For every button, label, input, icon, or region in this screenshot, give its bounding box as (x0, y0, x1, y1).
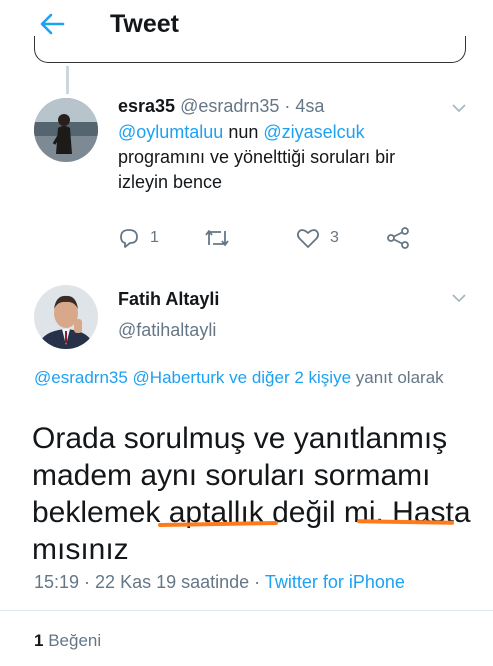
reply-button[interactable]: 1 (118, 226, 159, 250)
text-line: Orada sorulmuş ve yanıtlanmış (32, 422, 448, 455)
divider (0, 610, 493, 611)
heart-icon (296, 229, 320, 248)
reply-to-links[interactable]: @esradrn35 @Haberturk ve diğer 2 kişiye (34, 368, 351, 387)
page-title: Tweet (110, 10, 179, 38)
avatar[interactable] (34, 285, 98, 349)
mention-link[interactable]: @ziyaselcuk (263, 122, 364, 142)
timestamp[interactable]: 4sa (295, 96, 324, 116)
text-line: madem aynı soruları sormamı (32, 459, 431, 492)
chevron-down-icon[interactable] (452, 103, 466, 113)
reply-icon (120, 229, 138, 248)
text-fragment: programını ve yönelttiği soruları bir iz… (118, 147, 396, 192)
back-arrow-icon[interactable] (38, 10, 66, 38)
replying-to: @esradrn35 @Haberturk ve diğer 2 kişiye … (34, 366, 454, 390)
reply-to-suffix: yanıt olarak (351, 368, 444, 387)
chevron-down-icon[interactable] (452, 293, 466, 303)
reply-count: 1 (150, 229, 159, 246)
like-button[interactable]: 3 (296, 226, 339, 250)
text-fragment: nun (223, 122, 264, 142)
avatar-image (34, 285, 98, 349)
retweet-button[interactable] (204, 226, 230, 250)
like-label: Beğeni (43, 631, 102, 650)
retweet-icon (205, 230, 229, 246)
display-name[interactable]: esra35 (118, 96, 175, 116)
text-line: beklemek aptallık değil mi. Hasta (32, 496, 471, 529)
like-count: 3 (330, 229, 339, 246)
avatar[interactable] (34, 98, 98, 162)
likes-summary[interactable]: 1 Beğeni (34, 631, 101, 651)
user-handle[interactable]: @fatihaltayli (118, 320, 216, 341)
mention-link[interactable]: @oylumtaluu (118, 122, 223, 142)
client-link[interactable]: Twitter for iPhone (265, 572, 405, 592)
tweet-text: Orada sorulmuş ve yanıtlanmış madem aynı… (32, 420, 472, 568)
share-icon (387, 227, 409, 249)
tweet1-header: esra35 @esradrn35 · 4sa (118, 96, 324, 117)
separator: · (279, 96, 296, 116)
user-handle[interactable]: @esradrn35 (180, 96, 279, 116)
text-line: mısınız (32, 533, 129, 566)
previous-tweet-card-edge (34, 36, 466, 63)
avatar-image (34, 98, 98, 162)
thread-line (66, 66, 69, 94)
tweet1-actions: 1 3 (118, 226, 418, 250)
display-name[interactable]: Fatih Altayli (118, 289, 219, 310)
tweet1-text: @oylumtaluu nun @ziyaselcuk programını v… (118, 120, 448, 195)
tweet-timestamp: 15:19 · 22 Kas 19 saatinde · (34, 572, 265, 592)
tweet-meta: 15:19 · 22 Kas 19 saatinde · Twitter for… (34, 572, 405, 593)
share-button[interactable] (386, 226, 410, 250)
